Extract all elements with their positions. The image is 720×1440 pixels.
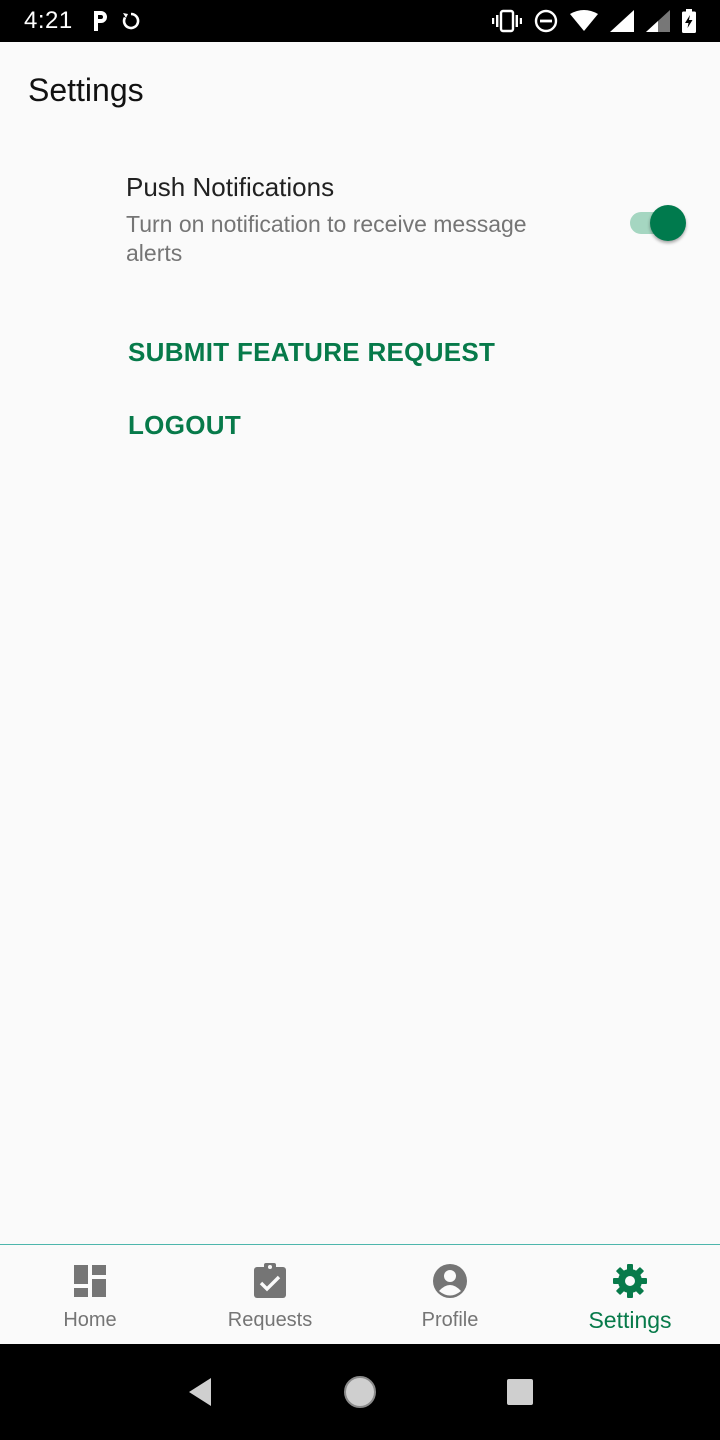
bottom-navigation: Home Requests Profile Settings (0, 1244, 720, 1344)
back-button[interactable] (170, 1362, 230, 1422)
nav-label-settings: Settings (588, 1307, 672, 1333)
submit-feature-request-button[interactable]: SUBMIT FEATURE REQUEST (128, 337, 495, 368)
nav-item-home[interactable]: Home (0, 1245, 180, 1344)
home-button[interactable] (330, 1362, 390, 1422)
page-title: Settings (28, 72, 144, 108)
wifi-icon (570, 10, 598, 32)
recents-button[interactable] (490, 1362, 550, 1422)
parking-icon (91, 10, 111, 32)
push-notifications-setting[interactable]: Push Notifications Turn on notification … (126, 170, 692, 270)
assignment-check-icon (252, 1263, 288, 1299)
push-notifications-description: Turn on notification to receive message … (126, 211, 527, 266)
push-notifications-toggle[interactable] (628, 201, 686, 241)
dashboard-icon (72, 1263, 108, 1299)
sync-icon (121, 11, 141, 31)
vibrate-icon (492, 9, 522, 33)
status-right-icons (492, 9, 696, 33)
status-left-icons (91, 10, 141, 32)
nav-item-profile[interactable]: Profile (360, 1245, 540, 1344)
system-navigation-bar (0, 1344, 720, 1440)
nav-item-requests[interactable]: Requests (180, 1245, 360, 1344)
signal-icon (610, 10, 634, 32)
gear-icon (612, 1263, 648, 1299)
account-circle-icon (432, 1263, 468, 1299)
status-bar: 4:21 (0, 0, 720, 42)
nav-label-home: Home (63, 1309, 117, 1331)
nav-label-profile: Profile (421, 1309, 479, 1331)
do-not-disturb-icon (534, 9, 558, 33)
push-notifications-title: Push Notifications (126, 172, 335, 202)
signal-icon (646, 10, 670, 32)
toggle-thumb (650, 205, 686, 241)
nav-label-requests: Requests (227, 1309, 313, 1331)
status-time: 4:21 (24, 7, 73, 34)
nav-item-settings[interactable]: Settings (540, 1245, 720, 1344)
battery-charging-icon (682, 9, 696, 33)
logout-button[interactable]: LOGOUT (128, 410, 241, 441)
